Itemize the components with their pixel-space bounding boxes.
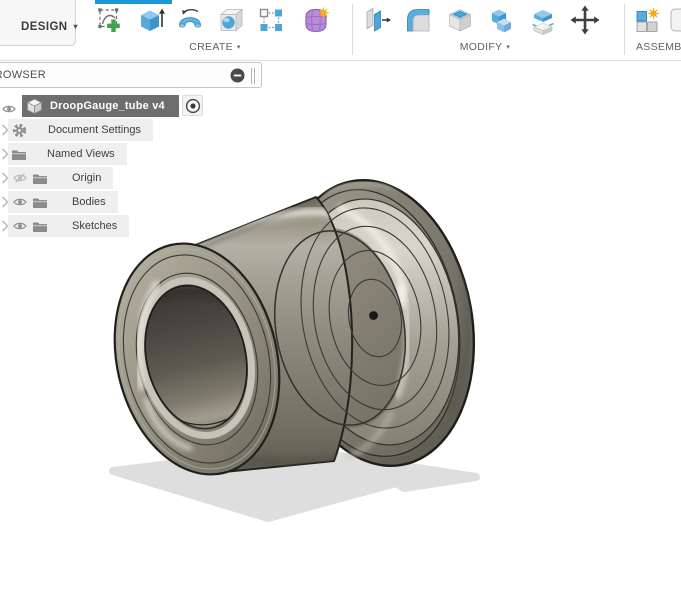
workspace-name: DESIGN	[21, 21, 68, 33]
move-copy-icon	[570, 5, 600, 35]
rectangular-pattern-button[interactable]	[256, 5, 288, 37]
revolve-button[interactable]	[175, 5, 207, 37]
activate-component-radio[interactable]	[182, 95, 203, 116]
fusion360-window: { "workspace": { "label": "DESIGN", "car…	[0, 0, 681, 594]
combine-button[interactable]	[486, 5, 518, 37]
row-label: Document Settings	[48, 124, 141, 136]
eye-visible-icon[interactable]	[13, 197, 27, 207]
browser-row-sketches[interactable]: Sketches	[0, 215, 280, 237]
browser-row-bodies[interactable]: Bodies	[0, 191, 280, 213]
create-sketch-button[interactable]	[96, 5, 128, 37]
modify-group-dropdown[interactable]: MODIFY ▾	[445, 41, 525, 53]
fillet-icon	[407, 9, 430, 32]
chevron-down-icon: ▾	[73, 22, 78, 31]
fillet-button[interactable]	[403, 5, 435, 37]
rectangular-pattern-icon	[259, 8, 282, 31]
row-label: Sketches	[72, 220, 118, 232]
radio-target-icon	[185, 98, 200, 113]
browser-row-named-views[interactable]: Named Views	[0, 143, 280, 165]
collapse-browser-button[interactable]	[230, 68, 245, 83]
create-form-button[interactable]	[301, 5, 333, 37]
minus-circle-icon	[230, 68, 245, 83]
combine-icon	[492, 9, 511, 33]
extrude-button[interactable]	[135, 5, 167, 37]
browser-title: BROWSER	[0, 69, 46, 81]
joint-button[interactable]	[670, 5, 681, 37]
active-tab-indicator	[95, 0, 172, 4]
row-label: Named Views	[47, 148, 115, 160]
component-cube-icon	[27, 97, 42, 114]
joint-icon	[670, 8, 681, 32]
row-label: Origin	[72, 172, 102, 184]
move-copy-button[interactable]	[570, 5, 602, 37]
create-group-dropdown[interactable]: CREATE ▾	[175, 41, 255, 53]
viewport-canvas[interactable]	[0, 0, 681, 594]
toolbar-divider	[352, 4, 353, 55]
modify-group-label: MODIFY	[459, 41, 503, 53]
gear-icon	[12, 123, 27, 137]
revolve-icon	[178, 8, 202, 28]
eye-hidden-icon[interactable]	[13, 173, 27, 183]
chevron-down-icon: ▾	[506, 44, 511, 51]
folder-icon	[33, 198, 47, 208]
press-pull-icon	[366, 7, 391, 32]
visibility-eye-icon[interactable]	[2, 101, 16, 119]
component-selection[interactable]: DroopGauge_tube v4	[22, 95, 179, 117]
workspace-label[interactable]: DESIGN ▾	[21, 21, 78, 33]
browser-row-document-settings[interactable]: Document Settings	[0, 119, 280, 141]
assemble-group-dropdown[interactable]: ASSEMBLE▾	[636, 41, 681, 53]
shell-icon	[448, 9, 472, 32]
create-sketch-icon	[98, 8, 120, 32]
sketch-center-point	[369, 311, 378, 320]
toolbar-divider	[624, 4, 625, 55]
hole-button[interactable]	[216, 5, 248, 37]
split-body-button[interactable]	[528, 5, 560, 37]
press-pull-button[interactable]	[362, 5, 394, 37]
shell-button[interactable]	[445, 5, 477, 37]
folder-icon	[12, 150, 26, 160]
create-group-label: CREATE	[189, 41, 233, 53]
folder-icon	[33, 222, 47, 232]
component-label: DroopGauge_tube v4	[50, 100, 165, 112]
panel-resize-grip[interactable]	[251, 68, 257, 84]
assemble-group-label: ASSEMBLE	[636, 41, 681, 53]
row-label: Bodies	[72, 196, 106, 208]
new-component-icon	[636, 7, 660, 32]
create-form-icon	[305, 6, 330, 33]
eye-visible-icon[interactable]	[13, 221, 27, 231]
toolbar: DESIGN ▾ CREATE ▾ MODIFY ▾ ASSEMB	[0, 0, 681, 61]
chevron-down-icon: ▾	[236, 44, 241, 51]
hole-icon	[219, 8, 244, 32]
split-body-icon	[532, 10, 554, 35]
browser-row-component[interactable]: DroopGauge_tube v4	[0, 95, 280, 117]
browser-row-origin[interactable]: Origin	[0, 167, 280, 189]
extrude-icon	[141, 8, 165, 31]
folder-icon	[33, 174, 47, 184]
new-component-button[interactable]	[632, 5, 664, 37]
browser-header: BROWSER	[0, 62, 262, 88]
